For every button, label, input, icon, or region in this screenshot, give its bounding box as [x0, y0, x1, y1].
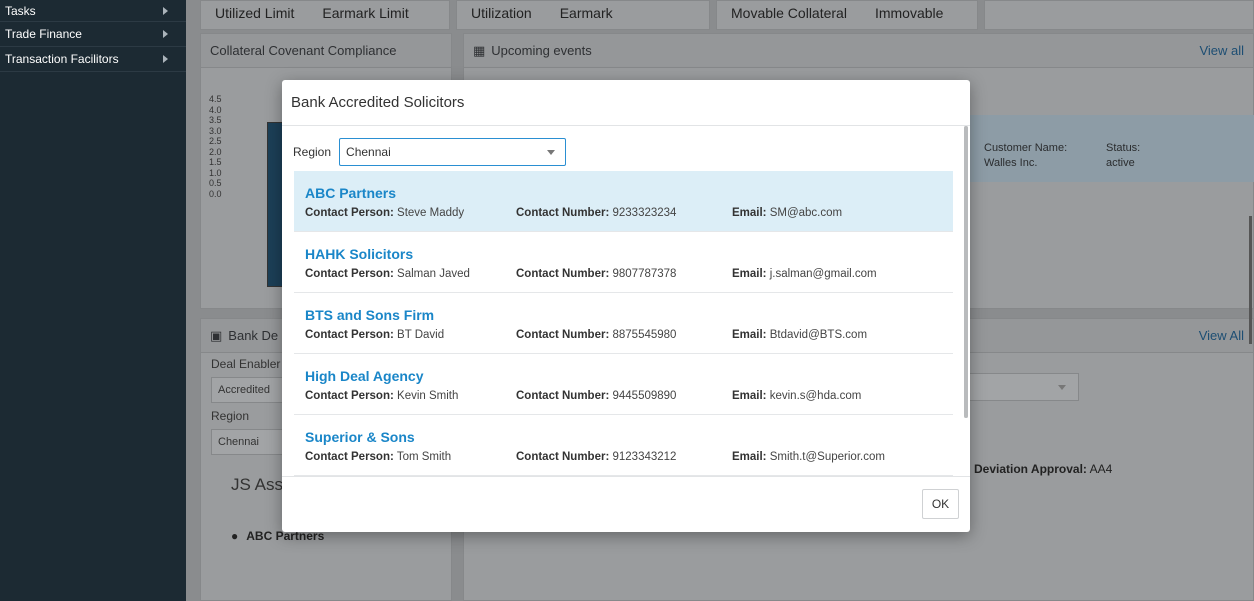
modal-scrollbar[interactable]: [964, 126, 968, 418]
tab-label: Earmark Limit: [322, 5, 409, 21]
calendar-icon: ▦: [473, 42, 486, 58]
chevron-down-icon: [547, 149, 556, 155]
solicitor-name: Superior & Sons: [305, 429, 415, 445]
deal-enabler-label: Deal Enabler: [211, 357, 281, 371]
chevron-right-icon: [163, 30, 168, 38]
tab-label: Movable Collateral: [731, 5, 847, 21]
region-label: Region: [211, 409, 250, 423]
tab-label: Immovable: [874, 5, 944, 21]
list-item[interactable]: HAHK Solicitors Contact Person: Salman J…: [294, 232, 953, 293]
contact-person: Contact Person: Steve Maddy: [305, 207, 465, 219]
tab-label: Earmark: [559, 5, 613, 21]
view-all-link[interactable]: View All: [1199, 328, 1244, 343]
email: Email: kevin.s@hda.com: [732, 390, 862, 402]
email: Email: j.salman@gmail.com: [732, 268, 877, 280]
deal-enabler-select[interactable]: Accredited: [211, 377, 287, 403]
sidebar-item-label: Transaction Facilitors: [5, 52, 119, 66]
region-select[interactable]: Chennai: [339, 138, 567, 166]
tab-label: Utilization: [471, 5, 532, 21]
email: Email: Btdavid@BTS.com: [732, 329, 868, 341]
sidebar-item-transaction-facilitors[interactable]: Transaction Facilitors: [0, 47, 186, 72]
sidebar: Tasks Trade Finance Transaction Facilito…: [0, 0, 186, 601]
chart-y-ticks: 4.5 4.0 3.5 3.0 2.5 2.0 1.5 1.0 0.5 0.0: [209, 94, 222, 199]
email: Email: Smith.t@Superior.com: [732, 451, 885, 463]
modal-title: Bank Accredited Solicitors: [282, 80, 970, 126]
sidebar-item-label: Trade Finance: [5, 27, 82, 41]
email: Email: SM@abc.com: [732, 207, 843, 219]
user-icon: ●: [231, 529, 239, 543]
contact-number: Contact Number: 9233323234: [516, 207, 677, 219]
modal-footer: OK: [282, 476, 970, 532]
solicitor-name: HAHK Solicitors: [305, 246, 414, 262]
sidebar-item-label: Tasks: [5, 3, 36, 18]
list-item[interactable]: BTS and Sons Firm Contact Person: BT Dav…: [294, 293, 953, 354]
region-label: Region: [293, 145, 332, 159]
solicitor-name: ABC Partners: [305, 185, 397, 201]
contact-person: Contact Person: BT David: [305, 329, 445, 341]
view-all-link[interactable]: View all: [1199, 43, 1244, 58]
tab-extra[interactable]: [984, 0, 1254, 30]
bank-icon: ▣: [210, 327, 223, 343]
tab-utilization[interactable]: Utilization Earmark: [456, 0, 710, 30]
modal-body: Region Chennai ABC Partners Contact Pers…: [282, 126, 970, 476]
panel-title: Bank De: [228, 328, 279, 343]
tab-collateral[interactable]: Movable Collateral Immovable: [716, 0, 978, 30]
chevron-right-icon: [163, 6, 168, 15]
sidebar-item-trade-finance[interactable]: Trade Finance: [0, 22, 186, 47]
solicitor-name: BTS and Sons Firm: [305, 307, 435, 323]
contact-number: Contact Number: 9445509890: [516, 390, 677, 402]
ok-button[interactable]: OK: [922, 489, 959, 519]
list-item[interactable]: High Deal Agency Contact Person: Kevin S…: [294, 354, 953, 415]
sidebar-item-tasks[interactable]: Tasks: [0, 0, 186, 22]
contact-number: Contact Number: 9807787378: [516, 268, 677, 280]
chevron-right-icon: [163, 55, 168, 63]
page-scrollbar[interactable]: [1249, 216, 1252, 344]
panel-title: Collateral Covenant Compliance: [201, 34, 451, 68]
region-select[interactable]: Chennai: [211, 429, 287, 455]
solicitors-modal: Bank Accredited Solicitors Region Chenna…: [282, 80, 970, 532]
region-selected-value: Chennai: [346, 145, 391, 159]
contact-number: Contact Number: 9123343212: [516, 451, 677, 463]
contact-person: Contact Person: Kevin Smith: [305, 390, 459, 402]
dropdown[interactable]: [969, 373, 1079, 401]
solicitor-list: ABC Partners Contact Person: Steve Maddy…: [294, 171, 953, 476]
customer-name: Customer Name: Walles Inc.: [984, 142, 1068, 169]
panel-title: Upcoming events: [491, 43, 592, 58]
list-item[interactable]: ABC Partners Contact Person: Steve Maddy…: [294, 171, 953, 232]
deviation-approval: Deviation Approval: AA4: [974, 462, 1113, 476]
tab-limits[interactable]: Utilized Limit Earmark Limit: [200, 0, 450, 30]
contact-number: Contact Number: 8875545980: [516, 329, 677, 341]
tab-label: Utilized Limit: [215, 5, 295, 21]
customer-status: Status: active: [1106, 142, 1141, 169]
modal-scroll-thumb[interactable]: [964, 126, 968, 418]
list-item[interactable]: Superior & Sons Contact Person: Tom Smit…: [294, 415, 953, 476]
contact-person: Contact Person: Salman Javed: [305, 268, 470, 280]
solicitor-name: High Deal Agency: [305, 368, 424, 384]
contact-person: Contact Person: Tom Smith: [305, 451, 452, 463]
